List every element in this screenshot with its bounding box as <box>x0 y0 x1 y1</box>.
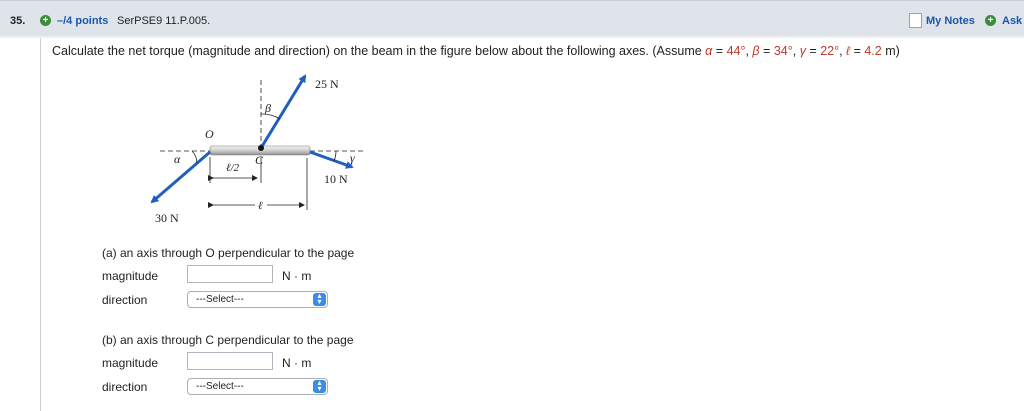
part-a-direction-value: ---Select--- <box>196 294 244 305</box>
angle-arc-alpha <box>191 150 198 164</box>
question-text: Calculate the net torque (magnitude and … <box>52 44 900 58</box>
force-arrow-30n <box>150 150 211 204</box>
part-a-magnitude-label: magnitude <box>102 269 159 283</box>
part-a-unit: N · m <box>282 269 312 283</box>
part-b-magnitude-input[interactable] <box>187 352 273 370</box>
force-arrow-10n <box>309 150 354 169</box>
part-b-direction-value: ---Select--- <box>196 381 244 392</box>
select-arrows-icon: ▴ ▾ <box>313 379 326 393</box>
question-header: 35. + –/4 points SerPSE9 11.P.005. My No… <box>0 0 1024 38</box>
part-a-direction-label: direction <box>102 293 148 307</box>
select-arrows-icon: ▴ ▾ <box>313 292 326 306</box>
part-a-direction-select[interactable]: ---Select--- ▴ ▾ <box>187 291 328 308</box>
part-b-direction-label: direction <box>102 380 148 394</box>
part-a-title: (a) an axis through O perpendicular to t… <box>102 246 355 260</box>
label-ell: ℓ <box>258 200 263 212</box>
notes-icon[interactable] <box>909 13 922 28</box>
part-b-magnitude-label: magnitude <box>102 356 159 370</box>
label-30n: 30 N <box>155 211 179 225</box>
ask-link[interactable]: Ask <box>1002 15 1022 27</box>
add-icon[interactable]: + <box>40 15 51 26</box>
label-gamma: γ <box>350 151 355 165</box>
question-number: 35. <box>10 15 26 27</box>
part-b-direction-select[interactable]: ---Select--- ▴ ▾ <box>187 378 328 395</box>
label-o: O <box>205 127 214 141</box>
label-c: C <box>255 153 264 167</box>
part-b-unit: N · m <box>282 356 312 370</box>
part-a-magnitude-input[interactable] <box>187 265 273 283</box>
label-beta: β <box>264 101 271 115</box>
part-b-title: (b) an axis through C perpendicular to t… <box>102 333 354 347</box>
center-point <box>258 145 264 151</box>
ask-plus-icon[interactable]: + <box>985 15 996 26</box>
label-10n: 10 N <box>324 172 348 186</box>
problem-code: SerPSE9 11.P.005. <box>117 15 211 27</box>
my-notes-link[interactable]: My Notes <box>926 15 975 27</box>
label-alpha: α <box>174 152 181 166</box>
left-border <box>40 38 41 411</box>
header-divider <box>0 36 1024 38</box>
beam-figure: 25 N 10 N 30 N O C α β γ ℓ/2 ℓ <box>150 74 365 225</box>
points-label: –/4 points <box>57 15 109 27</box>
label-25n: 25 N <box>315 77 339 91</box>
label-half-ell: ℓ/2 <box>226 162 240 174</box>
